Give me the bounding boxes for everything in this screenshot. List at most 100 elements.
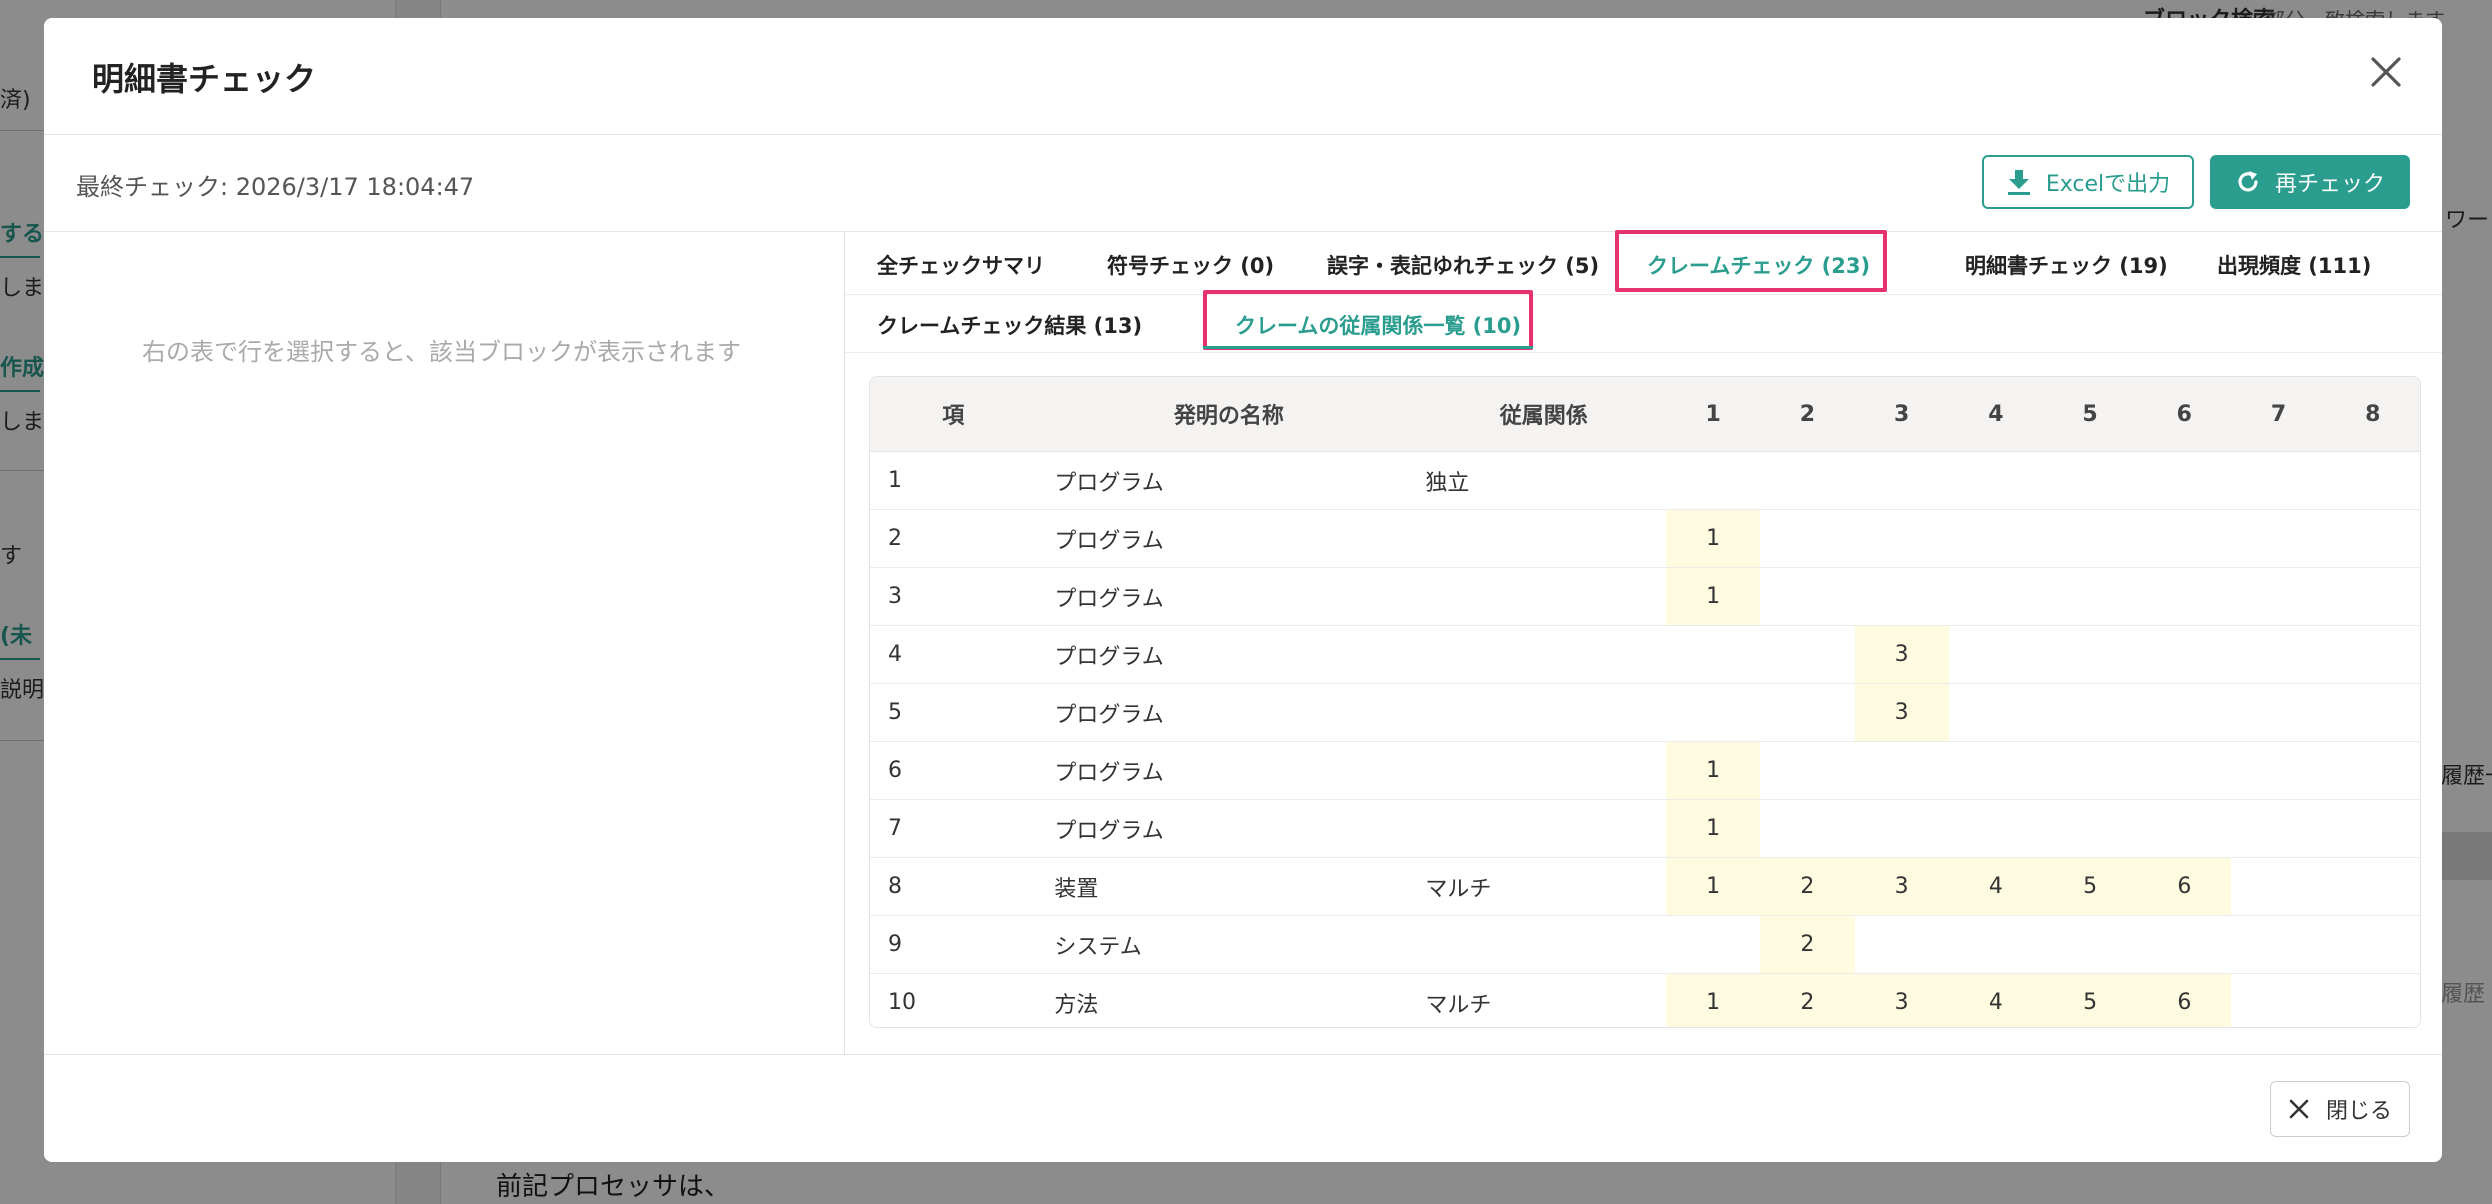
table-row[interactable]: 4 プログラム 3	[870, 625, 2420, 684]
claim-number-cell: 7	[870, 799, 1037, 858]
col-header-claim-8: 8	[2325, 377, 2420, 452]
tab-reference-check[interactable]: 符号チェック (0)	[1107, 250, 1274, 280]
check-tabs: 全チェックサマリ 符号チェック (0) 誤字・表記ゆれチェック (5) クレーム…	[845, 230, 2442, 295]
table-row[interactable]: 9 システム 2	[870, 915, 2420, 974]
table-row[interactable]: 1 プログラム 独立	[870, 451, 2420, 510]
dependency-type-cell: 独立	[1421, 451, 1667, 510]
refresh-icon	[2238, 171, 2258, 192]
claim-dependency-table: 項 発明の名称 従属関係 1 2 3 4 5 6 7 8 1 プログラム 独立 2 プロ…	[869, 376, 2421, 1028]
invention-title-cell: プログラム	[1036, 451, 1422, 510]
dependency-type-cell: マルチ	[1425, 992, 1492, 1018]
claim-number-cell: 2	[870, 509, 1037, 568]
dependency-cell	[1948, 683, 2043, 742]
invention-title-cell: プログラム	[1036, 567, 1422, 626]
dependency-cell	[1948, 625, 2043, 684]
dependency-type-cell	[1421, 509, 1667, 568]
dependency-cell: 1	[1666, 857, 1761, 916]
tab-typo-check[interactable]: 誤字・表記ゆれチェック (5)	[1327, 250, 1599, 280]
dependency-cell	[2325, 567, 2420, 626]
tab-spec-check[interactable]: 明細書チェック (19)	[1965, 250, 2168, 280]
block-preview-hint: 右の表で行を選択すると、該当ブロックが表示されます	[142, 338, 742, 366]
dependency-cell	[2325, 857, 2420, 916]
table-row[interactable]: 5 プログラム 3	[870, 683, 2420, 742]
dependency-cell	[2137, 451, 2232, 510]
dependency-cell	[2042, 567, 2138, 626]
dependency-cell	[1760, 451, 1855, 510]
dependency-cell: 6	[2137, 857, 2232, 916]
dependency-cell	[2325, 451, 2420, 510]
dependency-cell: 1	[1666, 509, 1761, 568]
tab-frequency[interactable]: 出現頻度 (111)	[2217, 250, 2371, 280]
dependency-cell: 2	[1760, 857, 1855, 916]
dependency-cell: 5	[2042, 857, 2138, 916]
excel-export-button[interactable]: Excelで出力	[1982, 155, 2194, 209]
dependency-type-cell	[1421, 625, 1667, 684]
dependency-cell	[1760, 683, 1855, 742]
dependency-cell	[1948, 741, 2043, 800]
dependency-type-cell	[1421, 915, 1667, 974]
dependency-cell: 1	[1666, 973, 1761, 1027]
dependency-cell	[1760, 741, 1855, 800]
invention-title-cell: プログラム	[1036, 741, 1422, 800]
table-row[interactable]: 10 方法 マルチ 1 2 3 4 5 6	[870, 973, 2420, 1028]
table-row[interactable]: 3 プログラム 1	[870, 567, 2420, 626]
subtab-claim-dependency[interactable]: クレームの従属関係一覧 (10)	[1235, 310, 1521, 340]
dependency-cell	[1854, 799, 1949, 858]
claim-number-cell: 3	[870, 567, 1037, 626]
dependency-cell	[1666, 683, 1761, 742]
excel-export-label: Excelで出力	[2045, 172, 2171, 197]
dependency-cell	[2231, 799, 2326, 858]
subtab-claim-results[interactable]: クレームチェック結果 (13)	[877, 310, 1142, 340]
dependency-cell	[2042, 683, 2138, 742]
table-row[interactable]: 2 プログラム 1	[870, 509, 2420, 568]
dependency-cell	[1948, 509, 2043, 568]
table-row[interactable]: 8 装置 マルチ 1 2 3 4 5 6	[870, 857, 2420, 916]
dependency-cell	[2137, 625, 2232, 684]
dependency-cell	[2042, 799, 2138, 858]
dependency-cell	[2231, 567, 2326, 626]
dependency-cell	[1854, 509, 1949, 568]
table-header-row: 項 発明の名称 従属関係 1 2 3 4 5 6 7 8	[870, 377, 2420, 452]
dependency-cell	[1760, 509, 1855, 568]
dependency-cell: 3	[1854, 683, 1949, 742]
dependency-cell	[1854, 741, 1949, 800]
dependency-type-cell	[1421, 567, 1667, 626]
col-header-claim-1: 1	[1666, 377, 1761, 452]
dependency-cell	[1666, 451, 1761, 510]
col-header-dependency: 従属関係	[1421, 377, 1667, 452]
table-row[interactable]: 6 プログラム 1	[870, 741, 2420, 800]
dependency-type-cell: マルチ	[1421, 857, 1667, 916]
dependency-type-cell	[1421, 799, 1667, 858]
claim-number-cell: 5	[870, 683, 1037, 742]
dialog-footer: 閉じる	[44, 1054, 2442, 1162]
invention-title-cell: プログラム	[1036, 683, 1422, 742]
col-header-title: 発明の名称	[1036, 377, 1422, 452]
tab-claim-check[interactable]: クレームチェック (23)	[1647, 250, 1870, 280]
col-header-claim-5: 5	[2042, 377, 2138, 452]
dependency-cell	[2042, 451, 2138, 510]
check-results-pane: 全チェックサマリ 符号チェック (0) 誤字・表記ゆれチェック (5) クレーム…	[845, 230, 2442, 1054]
claim-number-cell: 9	[870, 915, 1037, 974]
dependency-cell	[2137, 567, 2232, 626]
dependency-cell	[2326, 974, 2420, 1028]
close-button[interactable]: 閉じる	[2270, 1081, 2410, 1137]
dependency-cell	[1666, 625, 1761, 684]
close-button-label: 閉じる	[2325, 1099, 2392, 1124]
dependency-cell	[2231, 683, 2326, 742]
dependency-cell	[2231, 509, 2326, 568]
dependency-cell	[1760, 799, 1855, 858]
claim-number-cell: 6	[870, 741, 1037, 800]
dependency-cell	[1854, 915, 1949, 974]
dependency-cell	[2137, 741, 2232, 800]
claim-number-cell: 10	[888, 990, 916, 1015]
dependency-cell	[2231, 741, 2326, 800]
table-row[interactable]: 7 プログラム 1	[870, 799, 2420, 858]
recheck-button[interactable]: 再チェック	[2210, 155, 2410, 209]
dependency-cell	[2137, 683, 2232, 742]
dependency-cell	[2231, 857, 2326, 916]
tab-summary[interactable]: 全チェックサマリ	[877, 250, 1045, 280]
close-icon[interactable]	[2368, 54, 2404, 90]
claim-number-cell: 1	[870, 451, 1037, 510]
claim-subtabs: クレームチェック結果 (13) クレームの従属関係一覧 (10)	[845, 290, 2442, 353]
dependency-cell	[2042, 625, 2138, 684]
